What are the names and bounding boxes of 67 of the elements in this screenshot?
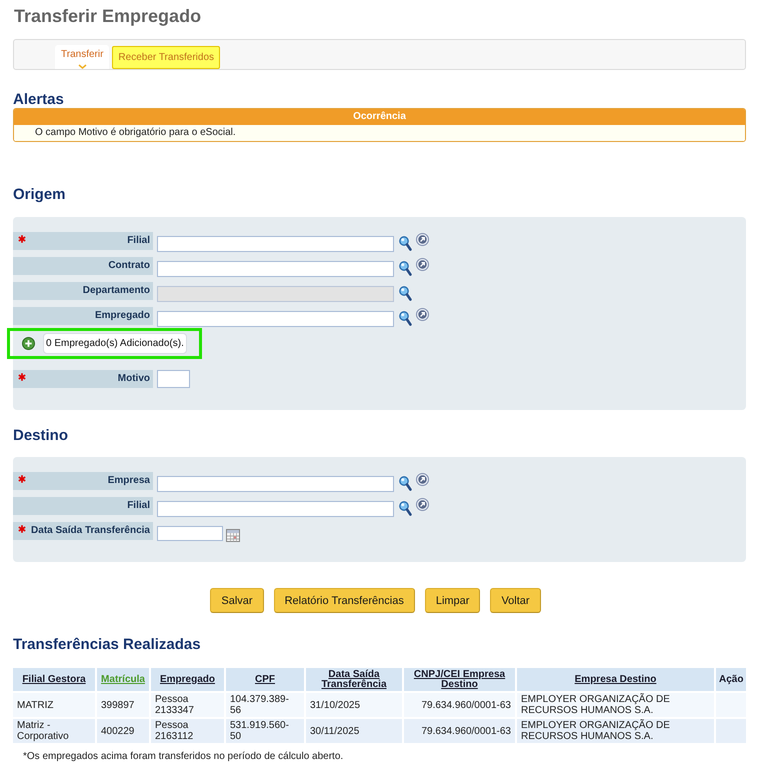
field-label: Departamento: [82, 285, 150, 297]
table-cell: 531.919.560-50: [225, 718, 305, 744]
text-input[interactable]: [157, 311, 394, 327]
field-label: Contrato: [108, 260, 150, 272]
table-cell: EMPLOYER ORGANIZAÇÃO DE RECURSOS HUMANOS S.A.: [516, 718, 715, 744]
footnote-text: *Os empregados acima foram transferidos no período de cálculo aberto.: [23, 751, 344, 763]
date-input[interactable]: [157, 526, 223, 541]
table-cell: 79.634.960/0001-63: [403, 718, 516, 744]
table-cell: 30/11/2025: [305, 718, 403, 744]
field-label: Data Saída Transferência: [31, 525, 150, 537]
action-button[interactable]: Relatório Transferências: [274, 588, 415, 613]
table-cell: [715, 718, 746, 744]
table-cell: Matriz - Corporativo: [13, 718, 96, 744]
table-cell: 31/10/2025: [305, 692, 403, 718]
chevron-icon: [78, 64, 87, 69]
column-sort-link[interactable]: Filial Gestora: [16, 674, 92, 684]
section-heading: Alertas: [13, 92, 65, 108]
table-cell: Pessoa 2133347: [150, 692, 225, 718]
add-icon[interactable]: [22, 337, 35, 350]
text-input[interactable]: [157, 261, 394, 277]
search-icon[interactable]: [399, 476, 412, 491]
added-count-label: 0 Empregado(s) Adicionado(s).: [43, 333, 187, 354]
page-title: Transferir Empregado: [14, 5, 202, 27]
field-label: Empresa: [108, 475, 150, 487]
arrow-circle-icon[interactable]: [416, 473, 429, 486]
tab[interactable]: Receber Transferidos: [112, 46, 220, 69]
field-label: Filial: [127, 235, 150, 247]
field-label: Motivo: [118, 373, 150, 385]
tab[interactable]: Transferir: [55, 45, 110, 69]
arrow-circle-icon[interactable]: [416, 233, 429, 246]
search-icon[interactable]: [399, 261, 412, 276]
search-icon[interactable]: [399, 501, 412, 516]
table-cell: MATRIZ: [13, 692, 96, 718]
column-sort-link[interactable]: CPF: [229, 674, 301, 684]
table-cell: 400229: [96, 718, 150, 744]
field-label: Filial: [127, 500, 150, 512]
field-label: Empregado: [94, 310, 150, 322]
column-header: Ação: [715, 668, 746, 692]
table-cell: 79.634.960/0001-63: [403, 692, 516, 718]
table-cell: [715, 692, 746, 718]
text-input[interactable]: [157, 501, 394, 517]
column-sort-link[interactable]: Empregado: [154, 674, 221, 684]
section-heading: Transferências Realizadas: [13, 637, 202, 653]
section-heading: Destino: [13, 428, 70, 444]
arrow-circle-icon[interactable]: [416, 308, 429, 321]
action-button[interactable]: Limpar: [424, 588, 480, 613]
calendar-icon[interactable]: [226, 529, 240, 542]
arrow-circle-icon[interactable]: [416, 258, 429, 271]
text-input[interactable]: [157, 370, 190, 388]
alert-message: O campo Motivo é obrigatório para o eSocial.: [14, 125, 745, 141]
table-cell: EMPLOYER ORGANIZAÇÃO DE RECURSOS HUMANOS S.A.: [516, 692, 715, 718]
text-input[interactable]: [157, 476, 394, 492]
text-input[interactable]: [157, 236, 394, 252]
arrow-circle-icon[interactable]: [416, 498, 429, 511]
table-cell: Pessoa 2163112: [150, 718, 225, 744]
column-sort-link[interactable]: CNPJ/CEI Empresa Destino: [407, 670, 512, 690]
table-cell: 104.379.389-56: [225, 692, 305, 718]
section-heading: Origem: [13, 187, 67, 203]
alert-header: Ocorrência: [14, 109, 745, 125]
search-icon[interactable]: [399, 286, 412, 301]
search-icon[interactable]: [399, 236, 412, 251]
column-sort-link[interactable]: Empresa Destino: [520, 674, 711, 684]
search-icon[interactable]: [399, 311, 412, 326]
table-cell: 399897: [96, 692, 150, 718]
action-button[interactable]: Voltar: [490, 588, 541, 613]
column-sort-link[interactable]: Data Saída Transferência: [309, 670, 399, 690]
action-button[interactable]: Salvar: [210, 588, 264, 613]
